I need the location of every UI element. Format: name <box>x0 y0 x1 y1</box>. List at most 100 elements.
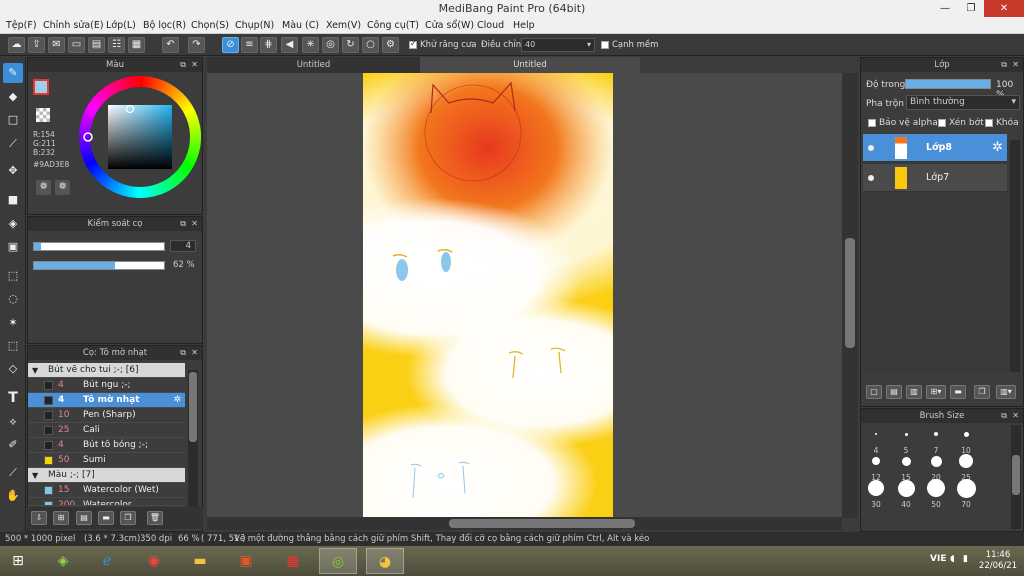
clipping-checkbox[interactable]: Xén bớt <box>938 118 984 128</box>
brush-size-scroll-thumb[interactable] <box>1012 455 1020 495</box>
brush-size-value[interactable]: 4 <box>170 240 196 252</box>
blend-mode-dropdown[interactable]: Bình thường ▾ <box>906 95 1020 110</box>
drawing-canvas[interactable] <box>363 73 613 517</box>
horizontal-scroll-thumb[interactable] <box>449 519 635 528</box>
bluestacks-icon[interactable]: ◈ <box>44 548 82 574</box>
windows-start-icon[interactable]: ⊞ <box>0 548 36 574</box>
brush-row[interactable]: 50 Sumi <box>28 453 185 468</box>
new-8bit-layer-icon[interactable]: ▥ <box>906 385 922 399</box>
brush-copy-icon[interactable]: ❐ <box>120 511 136 525</box>
menu-color[interactable]: Màu (C) <box>282 20 319 31</box>
brush-row[interactable]: 4 Tô mờ nhạt ✲ <box>28 393 185 408</box>
color-wheel[interactable] <box>78 75 202 199</box>
new-layer-icon[interactable]: ▢ <box>866 385 882 399</box>
minimize-button[interactable]: — <box>932 0 958 17</box>
add-layer-menu-icon[interactable]: ⊞▾ <box>926 385 946 399</box>
hand-tool-icon[interactable]: ✋ <box>3 486 23 506</box>
operation-tool-icon[interactable]: ⟡ <box>3 412 23 432</box>
panel-float-icon[interactable]: ⧉ <box>1001 58 1007 72</box>
brush-row[interactable]: 15 Watercolor (Wet) <box>28 483 185 498</box>
brush-size-slider[interactable] <box>33 242 165 251</box>
brush-row[interactable]: 200 Watercolor <box>28 498 185 506</box>
file-explorer-icon[interactable]: ▬ <box>181 548 219 574</box>
text-tool-icon[interactable]: T <box>3 388 23 408</box>
dot-tool-icon[interactable]: □ <box>3 110 23 130</box>
expand-arrow-icon[interactable]: ▼ <box>32 363 38 377</box>
grid-snap-icon[interactable]: ⋕ <box>260 37 277 53</box>
tab-untitled-2[interactable]: Untitled <box>420 57 640 73</box>
brush-add-icon[interactable]: ⊞ <box>53 511 69 525</box>
brush-size-preset[interactable] <box>897 479 915 497</box>
menu-filter[interactable]: Bộ lọc(R) <box>143 20 186 31</box>
eraser-tool-icon[interactable]: ◆ <box>3 87 23 107</box>
hue-segment[interactable] <box>139 186 144 198</box>
new-halftone-layer-icon[interactable]: ▤ <box>886 385 902 399</box>
radial-snap-icon[interactable]: ✳ <box>302 37 319 53</box>
foreground-color-swatch[interactable] <box>33 79 49 95</box>
menu-file[interactable]: Tệp(F) <box>6 20 37 31</box>
visibility-eye-icon[interactable] <box>868 145 874 151</box>
brush-list-scrollbar[interactable] <box>188 370 198 510</box>
brush-list-scroll-thumb[interactable] <box>189 372 197 442</box>
canvas-horizontal-scrollbar[interactable] <box>207 517 842 530</box>
network-icon[interactable]: ▮ <box>963 554 968 564</box>
fill-tool-icon[interactable]: ◈ <box>3 214 23 234</box>
document-icon[interactable]: ▤ <box>88 37 105 53</box>
frame-divider-icon[interactable]: ✐ <box>3 435 23 455</box>
soft-edge-check-icon[interactable] <box>601 40 609 49</box>
brush-delete-icon[interactable]: 🗑 <box>147 511 163 525</box>
visibility-eye-icon[interactable] <box>868 175 874 181</box>
brush-row[interactable]: 10 Pen (Sharp) <box>28 408 185 423</box>
shape-tool-icon[interactable]: ■ <box>3 190 23 210</box>
menu-view[interactable]: Xem(V) <box>326 20 361 31</box>
adjust-dropdown[interactable]: 40 ▾ <box>521 38 595 52</box>
powerpoint-icon[interactable]: ▣ <box>227 548 265 574</box>
parallel-snap-icon[interactable]: ≡ <box>241 37 258 53</box>
magic-wand-icon[interactable]: ✶ <box>3 313 23 333</box>
select-pen-icon[interactable]: ⬚ <box>3 336 23 356</box>
panel-close-icon[interactable]: ✕ <box>191 58 198 72</box>
menu-help[interactable]: Help <box>513 20 535 31</box>
brush-size-preset[interactable] <box>927 479 945 497</box>
brush-size-scrollbar[interactable] <box>1011 425 1021 529</box>
circle-snap-icon[interactable]: ○ <box>362 37 379 53</box>
menu-select[interactable]: Chọn(S) <box>191 20 229 31</box>
tab-untitled-1[interactable]: Untitled <box>207 57 420 73</box>
menu-layer[interactable]: Lớp(L) <box>106 20 136 31</box>
menu-window[interactable]: Cửa sổ(W) <box>425 20 474 31</box>
eyedropper-icon[interactable]: ⟋ <box>3 463 23 483</box>
antialias-checkbox[interactable]: Khử răng cưa <box>409 39 477 50</box>
medibang-taskbar-icon[interactable]: ◕ <box>366 548 404 574</box>
layer-row[interactable]: Lớp7 <box>863 164 1007 192</box>
lock-checkbox[interactable]: Khóa <box>985 118 1019 128</box>
panel-float-icon[interactable]: ⧉ <box>180 58 186 72</box>
palette-add-icon[interactable]: ❁ <box>55 180 70 195</box>
brush-tool-icon[interactable]: ✎ <box>3 63 23 83</box>
layer-opacity-slider[interactable] <box>905 79 991 89</box>
keyboard-language[interactable]: VIE <box>930 554 946 564</box>
panel-float-icon[interactable]: ⧉ <box>180 346 186 360</box>
app-green-icon[interactable]: ◎ <box>319 548 357 574</box>
protect-alpha-check-icon[interactable] <box>868 118 876 127</box>
menu-capture[interactable]: Chụp(N) <box>235 20 274 31</box>
panel-close-icon[interactable]: ✕ <box>191 217 198 231</box>
layer-folder-icon[interactable]: ▬ <box>950 385 966 399</box>
layer-row[interactable]: Lớp8 ✲ <box>863 134 1007 162</box>
expand-arrow-icon[interactable]: ▼ <box>32 468 38 482</box>
share-icon[interactable]: ⇪ <box>28 37 45 53</box>
undo-icon[interactable]: ↶ <box>162 37 179 53</box>
menu-cloud[interactable]: Cloud <box>477 20 504 31</box>
page-icon[interactable]: ▦ <box>128 37 145 53</box>
hue-segment[interactable] <box>136 76 141 88</box>
duplicate-layer-icon[interactable]: ❐ <box>974 385 990 399</box>
layer-more-icon[interactable]: ▥▾ <box>996 385 1016 399</box>
maximize-button[interactable]: ❐ <box>958 0 984 17</box>
concentric-snap-icon[interactable]: ◎ <box>322 37 339 53</box>
app-grid-icon[interactable]: ▦ <box>274 548 312 574</box>
brush-group-row[interactable]: ▼ Bút vẽ cho tui ;-; [6] <box>28 363 185 378</box>
clipping-check-icon[interactable] <box>938 118 946 127</box>
panel-close-icon[interactable]: ✕ <box>1012 409 1019 423</box>
protect-alpha-checkbox[interactable]: Bảo vệ alpha <box>868 118 938 128</box>
brush-size-preset[interactable] <box>901 456 911 466</box>
canvas-vertical-scrollbar[interactable] <box>842 73 858 518</box>
